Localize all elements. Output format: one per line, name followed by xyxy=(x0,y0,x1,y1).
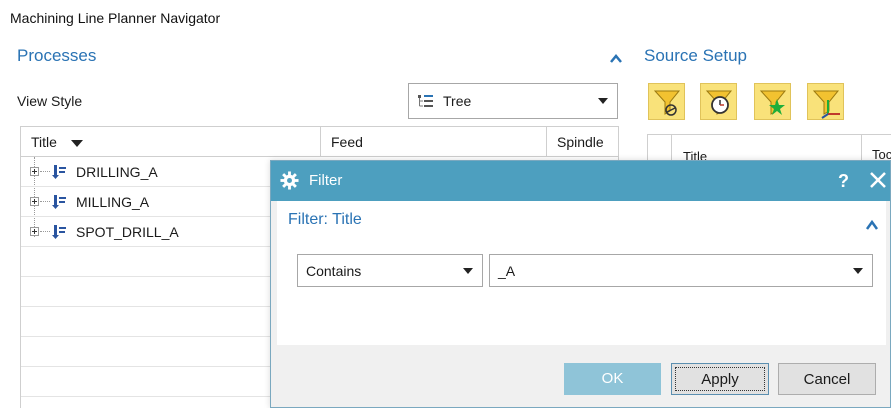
cancel-button[interactable]: Cancel xyxy=(778,363,876,395)
processes-grid-header: Title Feed Spindle xyxy=(21,127,618,157)
dialog-title: Filter xyxy=(309,172,343,189)
dialog-body: Filter: Title Contains _A xyxy=(277,201,886,345)
apply-button[interactable]: Apply xyxy=(671,363,769,395)
operation-icon xyxy=(52,225,66,239)
help-button[interactable]: ? xyxy=(838,161,849,201)
filter-star-icon xyxy=(759,90,787,115)
column-header-feed[interactable]: Feed xyxy=(321,127,547,157)
source-setup-title: Source Setup xyxy=(644,46,748,65)
view-style-dropdown[interactable]: Tree xyxy=(408,83,618,119)
row-label: SPOT_DRILL_A xyxy=(76,224,179,240)
gear-icon xyxy=(280,171,299,190)
expand-icon[interactable] xyxy=(30,227,39,236)
chevron-down-icon xyxy=(463,267,473,274)
condition-dropdown[interactable]: Contains xyxy=(297,254,483,287)
dialog-titlebar[interactable]: Filter ? xyxy=(271,161,890,201)
tree-connector xyxy=(40,201,50,202)
view-style-label: View Style xyxy=(17,93,83,109)
view-style-value: Tree xyxy=(443,93,472,109)
operation-icon xyxy=(52,165,66,179)
filter-axis-button[interactable] xyxy=(807,83,844,120)
processes-title: Processes xyxy=(17,46,97,65)
close-icon[interactable] xyxy=(868,170,888,190)
app-title: Machining Line Planner Navigator xyxy=(10,10,221,26)
row-label: MILLING_A xyxy=(76,194,150,210)
row-label: DRILLING_A xyxy=(76,164,158,180)
filter-axis-icon xyxy=(812,90,840,119)
collapse-up-icon[interactable] xyxy=(865,219,879,231)
sort-down-icon[interactable] xyxy=(70,139,83,147)
filter-time-icon xyxy=(705,90,733,115)
chevron-down-icon xyxy=(853,267,863,274)
condition-value: Contains xyxy=(306,262,362,279)
filter-star-button[interactable] xyxy=(754,83,791,120)
filter-tool-icon xyxy=(653,90,681,116)
operation-icon xyxy=(52,195,66,209)
focus-ring xyxy=(675,367,765,391)
filter-value: _A xyxy=(498,262,516,279)
filter-value-combobox[interactable]: _A xyxy=(489,254,873,287)
tree-connector xyxy=(40,231,50,232)
column-header-spindle[interactable]: Spindle xyxy=(547,127,620,157)
ok-button[interactable]: OK xyxy=(564,363,661,395)
tree-view-icon xyxy=(418,95,433,107)
filter-section-title: Filter: Title xyxy=(288,211,362,228)
column-header-title[interactable]: Title xyxy=(21,127,321,157)
expand-icon[interactable] xyxy=(30,197,39,206)
chevron-down-icon xyxy=(598,98,608,104)
collapse-up-icon[interactable] xyxy=(609,52,623,66)
expand-icon[interactable] xyxy=(30,167,39,176)
tree-connector xyxy=(40,171,50,172)
filter-time-button[interactable] xyxy=(700,83,737,120)
filter-tool-button[interactable] xyxy=(648,83,685,120)
filter-dialog: Filter ? Filter: Title Contains _A OK Ap… xyxy=(270,160,891,408)
